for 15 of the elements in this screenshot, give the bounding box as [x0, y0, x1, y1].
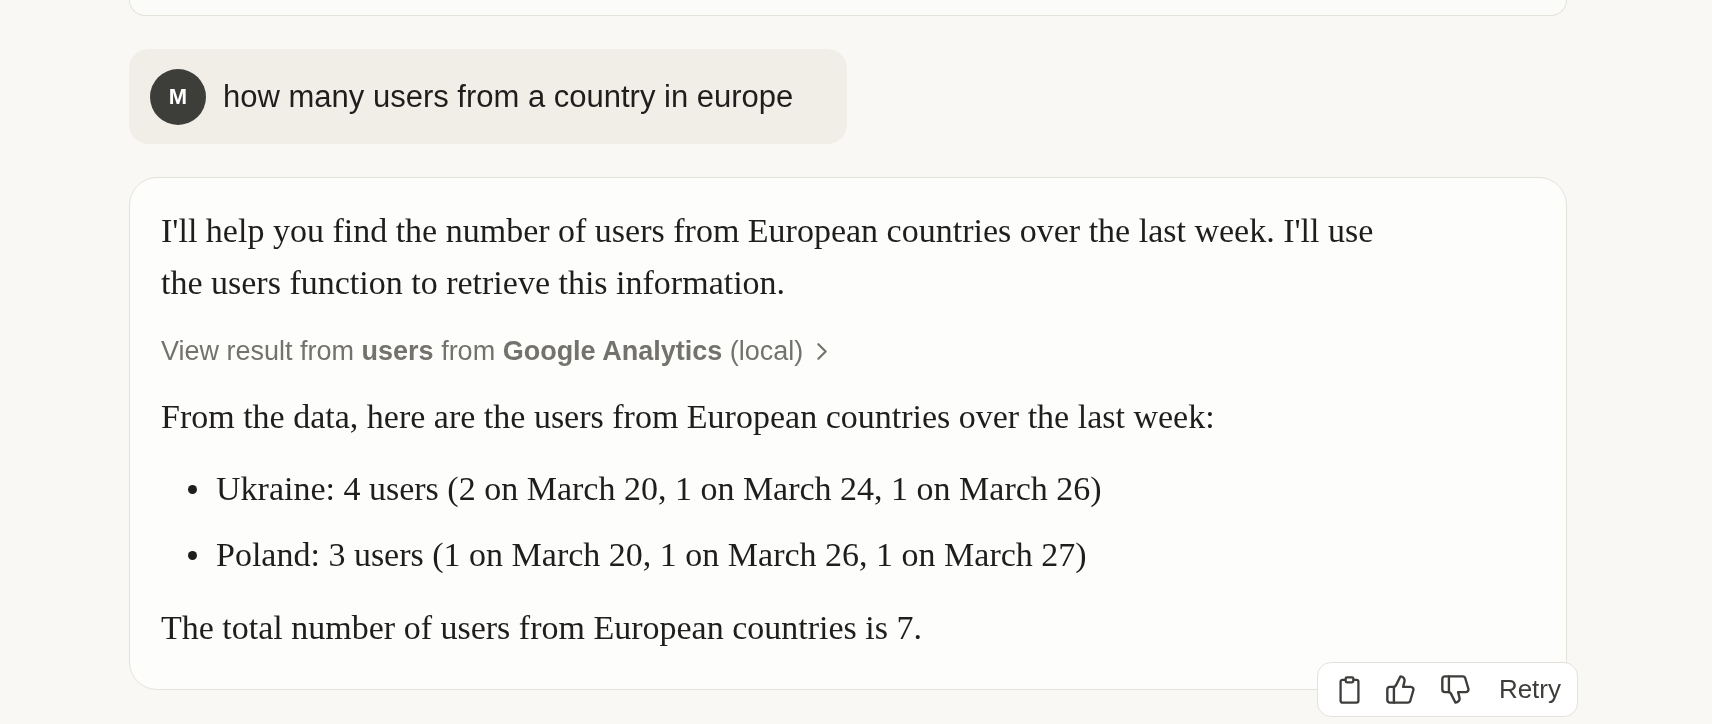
bullet-icon: [188, 550, 197, 560]
response-paragraph: The total number of users from European countries is 7.: [161, 608, 922, 648]
response-paragraph: I'll help you find the number of users from European countries over the last week. I'll use the users function to retrieve this information.: [161, 211, 1375, 303]
thumbs-up-icon: [1385, 675, 1415, 704]
thumbs-down-icon: [1440, 675, 1470, 704]
bullet-icon: [188, 484, 197, 494]
chevron-right-icon: [817, 342, 828, 360]
tool-result-link[interactable]: View result from users from Google Analytics (local): [161, 333, 828, 369]
list-item-text: Poland: 3 users (1 on March 20, 1 on March 26, 1 on March 27): [216, 535, 1087, 575]
user-message-text: how many users from a country in europe: [223, 78, 794, 115]
user-avatar: M: [150, 68, 206, 125]
retry-button[interactable]: Retry: [1482, 668, 1563, 711]
clipboard-icon: [1338, 675, 1360, 704]
list-item-text: Ukraine: 4 users (2 on March 20, 1 on March 24, 1 on March 26): [216, 469, 1102, 509]
response-paragraph: From the data, here are the users from European countries over the last week:: [161, 397, 1215, 437]
